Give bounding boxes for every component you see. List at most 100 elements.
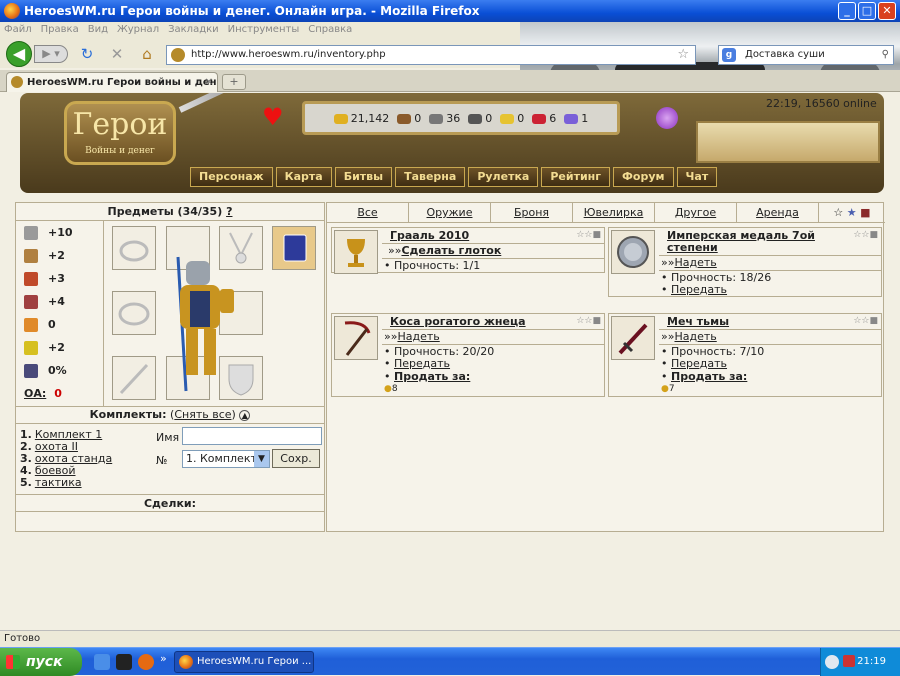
nav-roulette[interactable]: Рулетка (468, 167, 539, 187)
item-category-tabs: Все Оружие Броня Ювелирка Другое Аренда … (327, 203, 885, 223)
menu-history[interactable]: Журнал (117, 24, 159, 35)
grail-icon (334, 230, 378, 274)
firefox-quicklaunch-icon[interactable] (138, 654, 154, 670)
tray-alert-icon[interactable] (843, 655, 855, 667)
google-icon[interactable]: g (722, 48, 736, 62)
item-name[interactable]: Грааль 2010 (390, 230, 469, 242)
search-icon[interactable]: ⚲ (882, 46, 889, 64)
url-bar[interactable]: http://www.heroeswm.ru/inventory.php ☆ (166, 45, 696, 65)
resources-bar: 21,142 0 36 0 0 6 1 (302, 101, 620, 135)
ie-icon[interactable] (94, 654, 110, 670)
nav-character[interactable]: Персонаж (190, 167, 273, 187)
back-button[interactable]: ◀ (6, 41, 32, 67)
close-button[interactable]: ✕ (878, 2, 896, 20)
tab-jewelry[interactable]: Ювелирка (573, 203, 655, 222)
url-text: http://www.heroeswm.ru/inventory.php (191, 49, 386, 60)
menu-view[interactable]: Вид (88, 24, 108, 35)
set-link[interactable]: тактика (35, 476, 82, 489)
tray-expand-icon[interactable] (825, 655, 839, 669)
star-empty-icon[interactable]: ☆ (833, 206, 843, 219)
search-text: Доставка суши (745, 49, 825, 60)
sets-list: 1. Комплект 1 2. охота II 3. охота станда 4. бо… (20, 429, 150, 489)
tab-close-icon[interactable]: ✕ (205, 73, 213, 92)
gold-icon (333, 114, 348, 124)
tab-armor[interactable]: Броня (491, 203, 573, 222)
slot-ring[interactable] (112, 226, 156, 270)
health-heart-icon[interactable]: ♥ (262, 105, 284, 129)
oa-label[interactable]: ОА: (24, 387, 46, 400)
item-action-link[interactable]: Надеть (397, 330, 439, 343)
set-item: 5. тактика (20, 476, 82, 489)
save-set-button[interactable]: Сохр. (272, 449, 320, 468)
menu-edit[interactable]: Правка (41, 24, 79, 35)
menu-file[interactable]: Файл (4, 24, 32, 35)
slot-ring-2[interactable] (112, 291, 156, 335)
item-flags-icon[interactable]: ☆☆■ (853, 230, 878, 240)
wood-icon (397, 114, 412, 124)
search-field[interactable]: g Доставка суши ⚲ (718, 45, 894, 65)
medal-icon (611, 230, 655, 274)
menu-help[interactable]: Справка (308, 24, 352, 35)
nav-tavern[interactable]: Таверна (395, 167, 466, 187)
forward-button[interactable]: ▶ ▾ (34, 45, 68, 63)
chest-icon[interactable]: ■ (860, 206, 870, 219)
nav-chat[interactable]: Чат (676, 167, 718, 187)
item-flags-icon[interactable]: ☆☆■ (853, 316, 878, 326)
menu-tools[interactable]: Инструменты (228, 24, 300, 35)
game-logo[interactable]: Герои Войны и денег (64, 101, 176, 165)
help-link[interactable]: ? (226, 205, 232, 218)
tab-favicon (11, 76, 23, 88)
app-icon[interactable] (116, 654, 132, 670)
remove-all-link[interactable]: Снять все (174, 408, 231, 421)
item-name[interactable]: Имперская медаль 7ой степени (667, 230, 857, 254)
deals-title: Сделки: (16, 494, 324, 512)
tab-rent[interactable]: Аренда (737, 203, 819, 222)
collapse-icon[interactable]: ▲ (239, 410, 251, 421)
tab-other[interactable]: Другое (655, 203, 737, 222)
tab-all[interactable]: Все (327, 203, 409, 222)
stat-magic: +3 (16, 267, 103, 290)
luck-icon (24, 318, 38, 332)
item-action-link[interactable]: Надеть (674, 256, 716, 269)
tab-weapons[interactable]: Оружие (409, 203, 491, 222)
tab-strip: HeroesWM.ru Герои войны и денег. ... ✕ + (0, 70, 900, 92)
item-flags-icon[interactable]: ☆☆■ (576, 316, 601, 326)
stop-icon[interactable]: ✕ (108, 45, 126, 63)
item-card-dark-sword: Меч тьмы ☆☆■ »»Надеть • Прочность: 7/10 … (608, 313, 882, 397)
inventory-panel: Предметы (34/35) ? +10 +2 +3 +4 0 +2 0% ОА: 0 Ко… (15, 202, 325, 532)
resource-sulfur: 0 (498, 112, 526, 125)
slot-book[interactable] (272, 226, 316, 270)
nav-map[interactable]: Карта (275, 167, 332, 187)
set-name-input[interactable] (182, 427, 322, 445)
item-durability: • Прочность: 20/20 (382, 344, 604, 358)
dropdown-arrow-icon[interactable]: ▼ (254, 451, 269, 467)
item-flags-icon[interactable]: ☆☆■ (576, 230, 601, 240)
quicklaunch-more-icon[interactable]: » (160, 652, 167, 665)
stat-fatigue: 0% (16, 359, 103, 382)
nav-battles[interactable]: Битвы (334, 167, 393, 187)
mana-potion-icon[interactable] (656, 107, 678, 129)
new-tab-button[interactable]: + (222, 74, 246, 90)
item-action-link[interactable]: Надеть (674, 330, 716, 343)
tray-clock: 21:19 (857, 656, 886, 667)
home-icon[interactable]: ⌂ (138, 45, 156, 63)
item-name[interactable]: Коса рогатого жнеца (390, 316, 526, 328)
minimize-button[interactable]: _ (838, 2, 856, 20)
menu-bookmarks[interactable]: Закладки (168, 24, 219, 35)
set-number-select[interactable]: 1. Комплект ▼ (182, 450, 270, 468)
taskbar-firefox-window[interactable]: HeroesWM.ru Герои ... (174, 651, 314, 673)
item-transfer: • Передать (661, 283, 728, 296)
nav-rating[interactable]: Рейтинг (541, 167, 611, 187)
stat-defense: +2 (16, 244, 103, 267)
reload-icon[interactable]: ↻ (78, 45, 96, 63)
item-action-link[interactable]: Сделать глоток (401, 244, 501, 257)
item-name[interactable]: Меч тьмы (667, 316, 729, 328)
start-button[interactable]: пуск (0, 648, 82, 676)
maximize-button[interactable]: □ (858, 2, 876, 20)
star-filled-icon[interactable]: ★ (847, 206, 857, 219)
slot-weapon[interactable] (112, 356, 156, 400)
nav-forum[interactable]: Форум (613, 167, 674, 187)
bookmark-star-icon[interactable]: ☆ (677, 46, 689, 64)
item-action-row: »»Надеть (382, 329, 604, 343)
tab-heroeswm[interactable]: HeroesWM.ru Герои войны и денег. ... ✕ (6, 72, 218, 92)
